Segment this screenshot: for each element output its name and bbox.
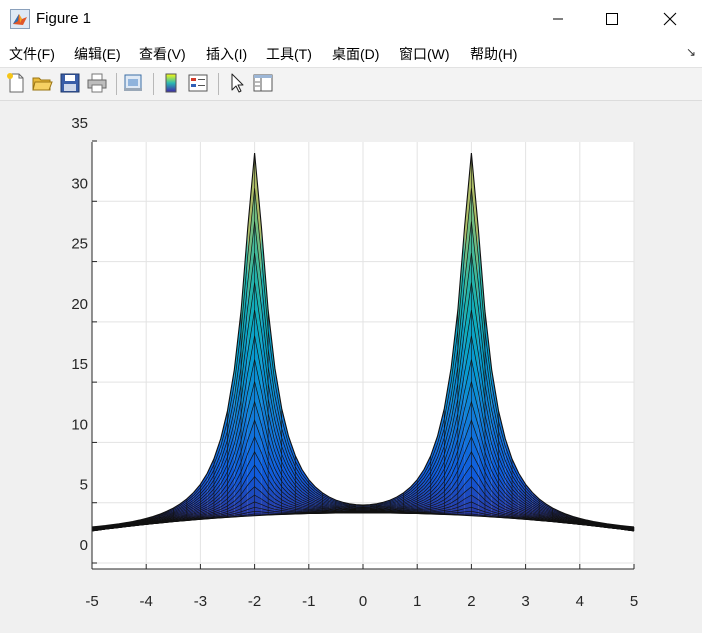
y-tick-label: 15 bbox=[71, 356, 88, 373]
close-button[interactable] bbox=[643, 0, 697, 38]
title-bar: Figure 1 bbox=[0, 0, 702, 38]
x-tick-label: 4 bbox=[576, 593, 584, 610]
x-tick-label: 5 bbox=[630, 593, 638, 610]
menu-bar: 文件(F) 编辑(E) 查看(V) 插入(I) 工具(T) 桌面(D) 窗口(W… bbox=[0, 38, 702, 68]
x-tick-label: -4 bbox=[140, 593, 153, 610]
x-tick-label: -3 bbox=[194, 593, 207, 610]
legend-icon[interactable] bbox=[187, 72, 209, 94]
y-tick-label: 20 bbox=[71, 296, 88, 313]
link-figure-icon[interactable] bbox=[122, 72, 144, 94]
y-tick-label: 35 bbox=[71, 115, 88, 132]
print-icon[interactable] bbox=[86, 72, 108, 94]
x-tick-label: 0 bbox=[359, 593, 367, 610]
maximize-icon bbox=[606, 13, 618, 25]
menu-window[interactable]: 窗口(W) bbox=[399, 44, 450, 64]
edit-plot-icon[interactable] bbox=[226, 72, 248, 94]
y-tick-label: 5 bbox=[80, 477, 88, 494]
window-title: Figure 1 bbox=[36, 10, 91, 27]
close-icon bbox=[663, 12, 677, 26]
figure-toolbar bbox=[0, 68, 702, 101]
surface-plot[interactable]: -5 -4 -3 -2 -1 0 1 2 3 4 5 0 5 10 15 20 25 30 35 bbox=[0, 101, 702, 628]
menu-edit[interactable]: 编辑(E) bbox=[74, 44, 121, 64]
menu-help[interactable]: 帮助(H) bbox=[470, 44, 517, 64]
x-tick-label: -2 bbox=[248, 593, 261, 610]
x-tick-label: -5 bbox=[85, 593, 98, 610]
menu-file[interactable]: 文件(F) bbox=[9, 44, 55, 64]
x-tick-label: -1 bbox=[302, 593, 315, 610]
colorbar-icon[interactable] bbox=[160, 72, 182, 94]
menu-tools[interactable]: 工具(T) bbox=[266, 44, 312, 64]
open-file-icon[interactable] bbox=[31, 72, 53, 94]
y-tick-label: 25 bbox=[71, 236, 88, 253]
y-tick-label: 30 bbox=[71, 175, 88, 192]
menu-view[interactable]: 查看(V) bbox=[139, 44, 186, 64]
menu-desktop[interactable]: 桌面(D) bbox=[332, 44, 379, 64]
menu-insert[interactable]: 插入(I) bbox=[206, 44, 247, 64]
x-tick-label: 1 bbox=[413, 593, 421, 610]
minimize-button[interactable] bbox=[531, 0, 585, 38]
y-tick-label: 10 bbox=[71, 416, 88, 433]
save-icon[interactable] bbox=[59, 72, 81, 94]
maximize-button[interactable] bbox=[585, 0, 639, 38]
property-editor-icon[interactable] bbox=[252, 72, 274, 94]
y-tick-label: 0 bbox=[80, 537, 88, 554]
toolbar-separator bbox=[116, 73, 117, 95]
x-tick-label: 2 bbox=[467, 593, 475, 610]
minimize-icon bbox=[552, 13, 564, 25]
new-figure-icon[interactable] bbox=[5, 72, 27, 94]
dock-figure-icon[interactable]: ↘ bbox=[686, 45, 696, 59]
figure-canvas[interactable]: -5 -4 -3 -2 -1 0 1 2 3 4 5 0 5 10 15 20 25 30 35 bbox=[0, 101, 702, 628]
toolbar-separator bbox=[153, 73, 154, 95]
matlab-logo-icon bbox=[10, 9, 30, 29]
x-tick-label: 3 bbox=[521, 593, 529, 610]
toolbar-separator bbox=[218, 73, 219, 95]
